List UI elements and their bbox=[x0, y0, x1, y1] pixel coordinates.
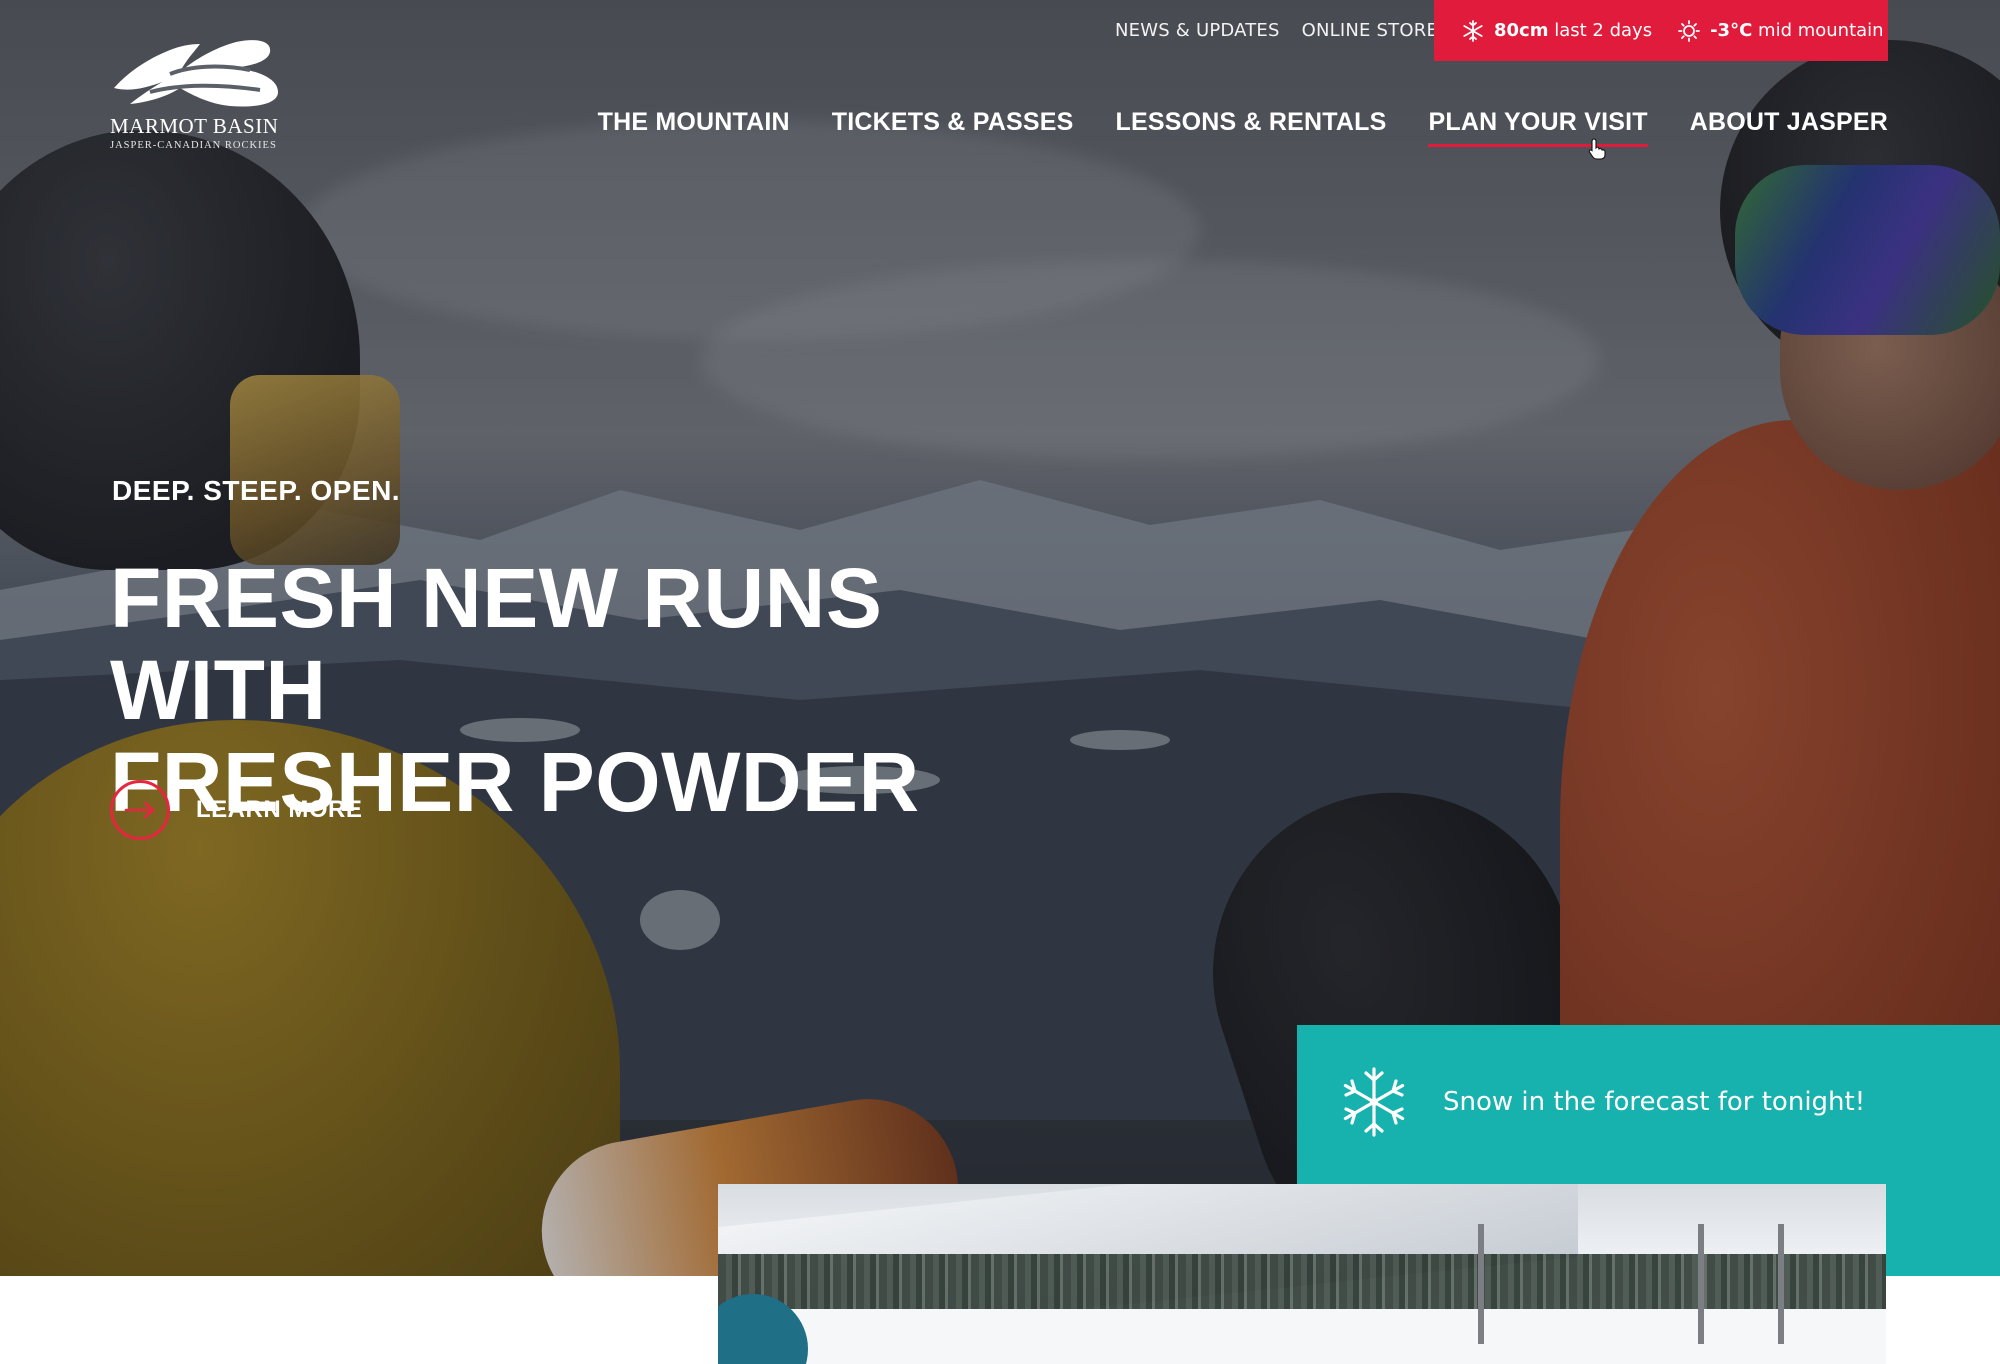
utility-link-news[interactable]: NEWS & UPDATES bbox=[1115, 20, 1280, 41]
nav-the-mountain[interactable]: THE MOUNTAIN bbox=[598, 108, 790, 147]
utility-link-store[interactable]: ONLINE STORE bbox=[1302, 20, 1438, 41]
hero-headline-line-1: FRESH NEW RUNS WITH bbox=[110, 551, 883, 737]
snow-report[interactable]: 80cm last 2 days bbox=[1462, 19, 1653, 42]
snowflake-icon bbox=[1463, 19, 1483, 42]
nav-tickets-passes[interactable]: TICKETS & PASSES bbox=[832, 108, 1074, 147]
hero-eyebrow: DEEP. STEEP. OPEN. bbox=[112, 475, 401, 506]
main-nav: THE MOUNTAIN TICKETS & PASSES LESSONS & … bbox=[598, 108, 1888, 147]
arrow-right-icon bbox=[124, 801, 155, 819]
utility-nav: NEWS & UPDATES ONLINE STORE bbox=[1115, 20, 1438, 41]
nav-about-jasper[interactable]: ABOUT JASPER bbox=[1690, 108, 1888, 147]
hand-cursor-icon bbox=[1588, 138, 1606, 160]
cta-circle[interactable] bbox=[110, 780, 170, 840]
snowflake-icon bbox=[1343, 1067, 1405, 1137]
nav-lessons-rentals[interactable]: LESSONS & RENTALS bbox=[1115, 108, 1386, 147]
learn-more-label[interactable]: LEARN MORE bbox=[196, 796, 362, 824]
temp-value: -3°C bbox=[1710, 20, 1753, 41]
snow-label: last 2 days bbox=[1554, 20, 1653, 41]
conditions-bar[interactable]: 80cm last 2 days -3°C mid mountain bbox=[1434, 0, 1888, 61]
brand-tagline: JASPER-CANADIAN ROCKIES bbox=[110, 140, 277, 151]
brand-name: MARMOT BASIN bbox=[110, 114, 279, 138]
learn-more-button[interactable]: LEARN MORE bbox=[110, 780, 362, 840]
marmot-logo-mark-icon bbox=[114, 40, 278, 107]
ski-slope-photo bbox=[718, 1184, 1886, 1364]
sun-icon bbox=[1678, 19, 1700, 42]
brand-logo[interactable]: MARMOT BASIN JASPER-CANADIAN ROCKIES bbox=[110, 30, 290, 151]
forecast-text: Snow in the forecast for tonight! bbox=[1443, 1087, 1866, 1117]
snow-value: 80cm bbox=[1494, 20, 1549, 41]
nav-plan-your-visit[interactable]: PLAN YOUR VISIT bbox=[1428, 108, 1648, 147]
temperature-report[interactable]: -3°C mid mountain bbox=[1678, 19, 1884, 42]
temp-label: mid mountain bbox=[1758, 20, 1884, 41]
